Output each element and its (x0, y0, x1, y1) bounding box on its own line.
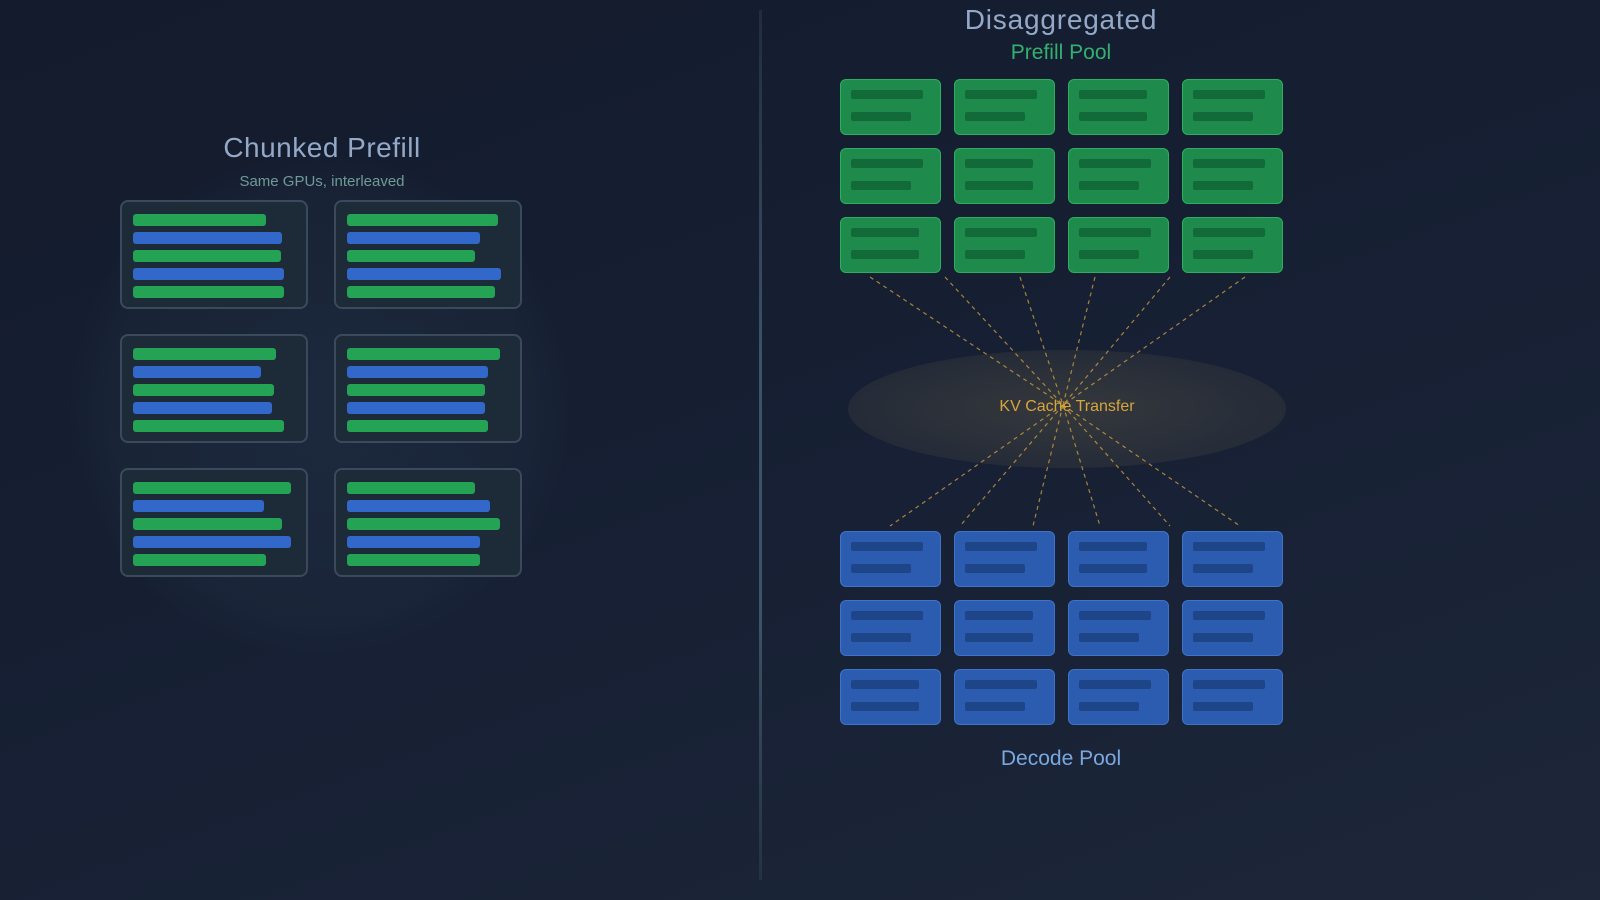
kv-transfer-line (959, 404, 1064, 527)
node-activity-line (1193, 542, 1265, 551)
node-activity-line (1079, 90, 1147, 99)
node-activity-line (965, 181, 1033, 190)
node-activity-line (1193, 90, 1265, 99)
kv-transfer-line (1062, 276, 1096, 406)
node-activity-line (1193, 680, 1265, 689)
node-activity-line (1079, 564, 1147, 573)
node-activity-line (1193, 702, 1253, 711)
node-activity-line (1193, 112, 1253, 121)
kv-transfer-lines (869, 276, 1246, 527)
node-activity-line (851, 250, 919, 259)
prefill-node (1068, 217, 1169, 273)
node-activity-line (1079, 542, 1147, 551)
decode-node (840, 600, 941, 656)
node-activity-line (1079, 611, 1151, 620)
prefill-node (1182, 79, 1283, 135)
prefill-node (954, 148, 1055, 204)
prefill-node (1182, 217, 1283, 273)
prefill-node (1182, 148, 1283, 204)
node-activity-line (851, 90, 923, 99)
node-activity-line (965, 564, 1025, 573)
node-activity-line (1193, 611, 1265, 620)
prefill-node (954, 217, 1055, 273)
node-activity-line (965, 542, 1037, 551)
node-activity-line (965, 250, 1025, 259)
node-activity-line (1079, 181, 1139, 190)
node-activity-line (1193, 564, 1253, 573)
prefill-node (840, 148, 941, 204)
kv-transfer-line (1062, 404, 1241, 527)
decode-node (840, 531, 941, 587)
node-activity-line (851, 680, 919, 689)
node-activity-line (965, 159, 1033, 168)
node-activity-line (851, 228, 919, 237)
kv-transfer-line (944, 276, 1064, 406)
decode-node (1182, 600, 1283, 656)
node-activity-line (1079, 702, 1139, 711)
node-activity-line (1193, 159, 1265, 168)
prefill-node (840, 79, 941, 135)
node-activity-line (851, 181, 911, 190)
node-activity-line (851, 702, 919, 711)
prefill-node (840, 217, 941, 273)
node-activity-line (1079, 228, 1151, 237)
node-activity-line (965, 633, 1033, 642)
node-activity-line (1079, 159, 1151, 168)
kv-transfer-line (1062, 404, 1171, 527)
decode-pool-label: Decode Pool (1000, 747, 1122, 770)
node-activity-line (965, 228, 1037, 237)
decode-node (954, 600, 1055, 656)
node-activity-line (1193, 181, 1253, 190)
kv-cache-transfer-label: KV Cache Transfer (999, 398, 1135, 415)
decode-node (1182, 531, 1283, 587)
node-activity-line (1079, 680, 1151, 689)
prefill-node (1068, 79, 1169, 135)
decode-node (1182, 669, 1283, 725)
prefill-node (1068, 148, 1169, 204)
node-activity-line (1079, 112, 1147, 121)
kv-transfer-line (869, 276, 1064, 406)
decode-node (954, 531, 1055, 587)
node-activity-line (1079, 250, 1139, 259)
node-activity-line (1079, 633, 1139, 642)
kv-transfer-line (1062, 404, 1101, 527)
node-activity-line (965, 680, 1037, 689)
decode-node (1068, 600, 1169, 656)
kv-transfer-line (1032, 404, 1064, 527)
kv-transfer-line (1019, 276, 1064, 406)
node-activity-line (851, 112, 911, 121)
node-activity-line (851, 159, 923, 168)
node-activity-line (851, 564, 911, 573)
node-activity-line (851, 611, 923, 620)
node-activity-line (965, 90, 1037, 99)
decode-node (954, 669, 1055, 725)
node-activity-line (1193, 250, 1253, 259)
node-activity-line (851, 542, 923, 551)
prefill-node (954, 79, 1055, 135)
node-activity-line (1193, 633, 1253, 642)
node-activity-line (965, 611, 1033, 620)
decode-node (840, 669, 941, 725)
decode-node (1068, 669, 1169, 725)
decode-node (1068, 531, 1169, 587)
node-activity-line (965, 112, 1025, 121)
node-activity-line (1193, 228, 1265, 237)
node-activity-line (851, 633, 911, 642)
node-activity-line (965, 702, 1025, 711)
